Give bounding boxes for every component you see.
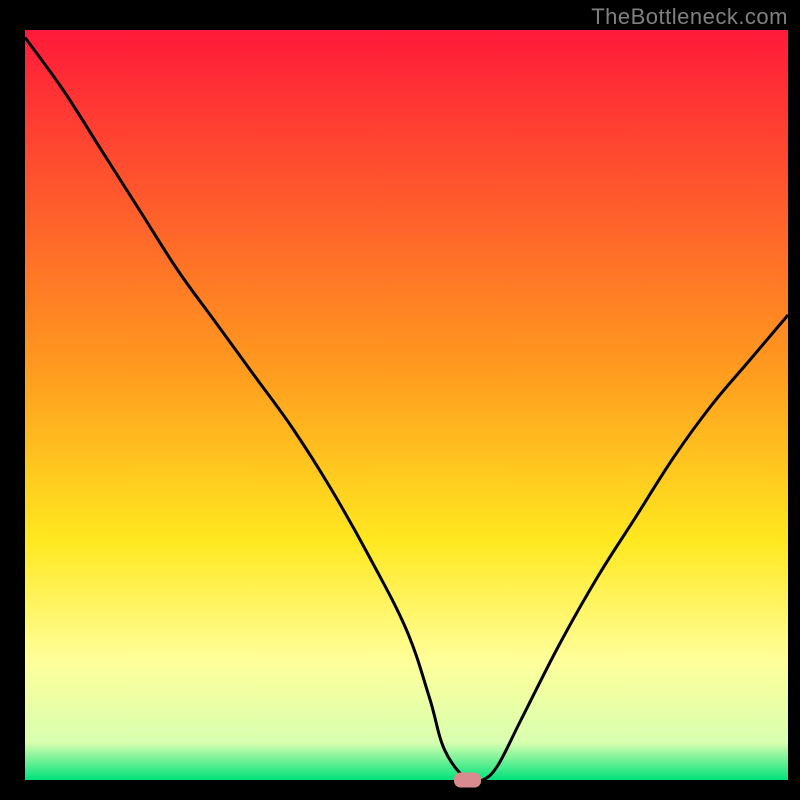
- attribution-text: TheBottleneck.com: [591, 4, 788, 30]
- optimum-marker: [455, 773, 481, 787]
- chart-frame: TheBottleneck.com: [0, 0, 800, 800]
- bottleneck-chart: [0, 0, 800, 800]
- plot-background: [25, 30, 788, 780]
